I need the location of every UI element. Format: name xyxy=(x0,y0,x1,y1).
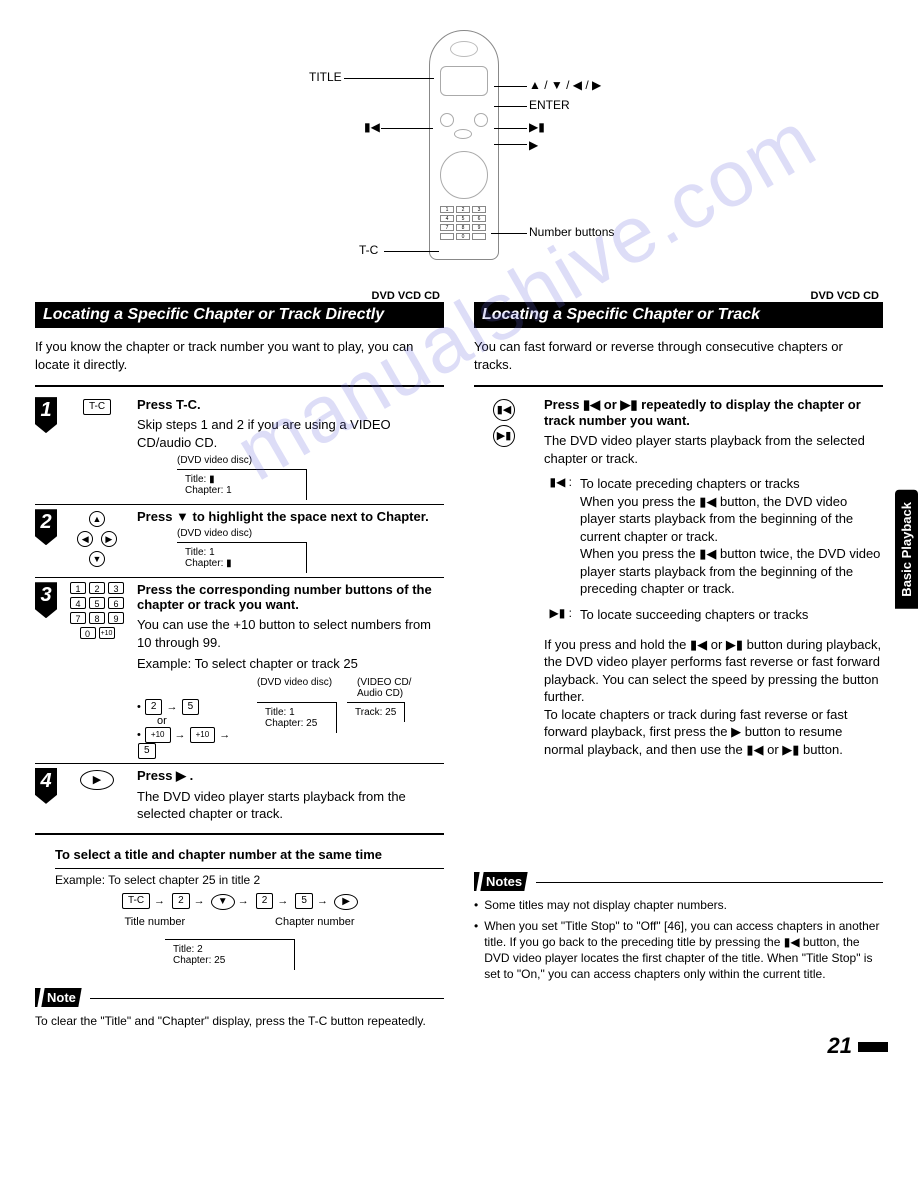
step3-osd-vcd: Track: 25 xyxy=(347,702,405,722)
play-button-icon: ▶ xyxy=(80,770,114,790)
subsection-title: To select a title and chapter number at … xyxy=(35,847,444,862)
example2: Example: To select chapter 25 in title 2 xyxy=(35,873,444,887)
remote-diagram: 123 456 789 0 TITLE ▮◀ T-C ▲ / ▼ / ◀ / ▶… xyxy=(159,30,759,280)
label-enter: ENTER xyxy=(529,98,570,112)
step2-title: Press ▼ to highlight the space next to C… xyxy=(137,509,444,524)
label-arrows: ▲ / ▼ / ◀ / ▶ xyxy=(529,78,601,92)
sequence-diagram: T-C→ 2→ ▼→ 2→ 5→ ▶ xyxy=(35,893,444,910)
page-number: 21 xyxy=(828,1033,888,1059)
step2-osd: Title: 1 Chapter: ▮ xyxy=(177,542,307,573)
step-number: 4 xyxy=(35,768,57,804)
right-step-text1: The DVD video player starts playback fro… xyxy=(544,432,883,467)
step1-text: Skip steps 1 and 2 if you are using a VI… xyxy=(137,416,444,451)
seq-label-chapter: Chapter number xyxy=(275,916,355,928)
right-step-para2: If you press and hold the ▮◀ or ▶▮ butto… xyxy=(544,636,883,759)
step4-text: The DVD video player starts playback fro… xyxy=(137,788,444,823)
right-section-header: Locating a Specific Chapter or Track xyxy=(474,302,883,328)
right-step: ▮◀ ▶▮ Press ▮◀ or ▶▮ repeatedly to displ… xyxy=(474,397,883,762)
step2-osd-caption: (DVD video disc) xyxy=(177,528,444,539)
label-number-buttons: Number buttons xyxy=(529,225,614,239)
step3-text: You can use the +10 button to select num… xyxy=(137,616,444,651)
note-label: Note xyxy=(35,988,82,1007)
prev-symbol: ▮◀ : xyxy=(544,475,572,598)
step3-example: Example: To select chapter or track 25 xyxy=(137,655,444,673)
label-next: ▶▮ xyxy=(529,120,545,134)
label-prev: ▮◀ xyxy=(364,120,380,134)
right-column: DVD VCD CD Locating a Specific Chapter o… xyxy=(474,290,883,986)
tc-button-icon: T-C xyxy=(83,399,111,415)
remote-body: 123 456 789 0 xyxy=(429,30,499,260)
step1-osd-caption: (DVD video disc) xyxy=(177,455,444,466)
step1-osd: Title: ▮ Chapter: 1 xyxy=(177,469,307,500)
step-number: 3 xyxy=(35,582,57,618)
label-title: TITLE xyxy=(309,70,342,84)
step3-title: Press the corresponding number buttons o… xyxy=(137,582,444,612)
right-step-title: Press ▮◀ or ▶▮ repeatedly to display the… xyxy=(544,397,883,428)
prev-definition: To locate preceding chapters or tracks W… xyxy=(580,475,883,598)
step-4: 4 ▶ Press ▶ . The DVD video player start… xyxy=(35,768,444,827)
next-definition: To locate succeeding chapters or tracks xyxy=(580,606,883,624)
label-play: ▶ xyxy=(529,138,538,152)
side-tab: Basic Playback xyxy=(895,490,918,609)
step1-title: Press T-C. xyxy=(137,397,444,412)
keypad-icon: 123 456 789 0+10 xyxy=(67,582,127,759)
step-3: 3 123 456 789 0+10 Press the correspondi… xyxy=(35,582,444,759)
step4-title: Press ▶ . xyxy=(137,768,444,784)
disc-badges-right: DVD VCD CD xyxy=(474,290,883,302)
left-column: DVD VCD CD Locating a Specific Chapter o… xyxy=(35,290,444,1029)
step-number: 1 xyxy=(35,397,57,433)
seq3-osd: Title: 2 Chapter: 25 xyxy=(165,939,295,970)
step-1: 1 T-C Press T-C. Skip steps 1 and 2 if y… xyxy=(35,397,444,500)
disc-badges-left: DVD VCD CD xyxy=(35,290,444,302)
step3-osd-dvd: Title: 1 Chapter: 25 xyxy=(257,702,337,733)
step-2: 2 ▲ ◀ ▶ ▼ Press ▼ to highlight the space… xyxy=(35,509,444,573)
left-section-header: Locating a Specific Chapter or Track Dir… xyxy=(35,302,444,328)
left-intro: If you know the chapter or track number … xyxy=(35,338,444,373)
seq-label-title: Title number xyxy=(124,916,185,928)
step-number: 2 xyxy=(35,509,57,545)
note-text: To clear the "Title" and "Chapter" displ… xyxy=(35,1013,444,1029)
skip-buttons-icon: ▮◀ ▶▮ xyxy=(474,397,534,762)
label-tc: T-C xyxy=(359,243,378,257)
notes-label: Notes xyxy=(474,872,528,891)
notes-list: Some titles may not display chapter numb… xyxy=(474,897,883,982)
next-symbol: ▶▮ : xyxy=(544,606,572,624)
dpad-icon: ▲ ◀ ▶ ▼ xyxy=(67,509,127,573)
right-intro: You can fast forward or reverse through … xyxy=(474,338,883,373)
